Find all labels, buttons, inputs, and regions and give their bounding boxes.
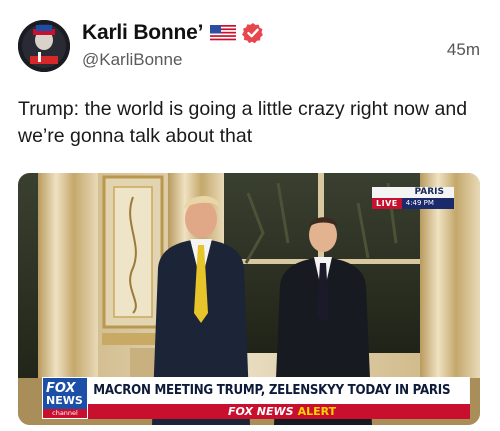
alert-bar: FOX NEWS ALERT	[88, 404, 470, 419]
live-tag: PARIS LIVE 4:49 PM	[372, 187, 454, 211]
alert-brand: FOX NEWS	[228, 405, 294, 418]
live-label: LIVE	[372, 198, 402, 209]
news-chyron: FOX NEWS channel MACRON MEETING TRUMP, Z…	[42, 377, 470, 419]
author-block: Karli Bonne’ @KarliBonne	[82, 20, 264, 70]
name-row: Karli Bonne’	[82, 20, 264, 46]
post-text: Trump: the world is going a little crazy…	[18, 98, 468, 147]
post-header: Karli Bonne’ @KarliBonne 45m	[18, 16, 482, 80]
post-timestamp[interactable]: 45m	[447, 40, 480, 60]
alert-label: ALERT	[297, 405, 337, 418]
live-time: 4:49 PM	[401, 198, 454, 209]
live-row: LIVE 4:49 PM	[372, 198, 454, 209]
logo-line-2: NEWS	[46, 394, 83, 407]
verified-badge-icon	[242, 22, 264, 44]
live-city: PARIS	[372, 187, 454, 198]
author-handle[interactable]: @KarliBonne	[82, 50, 264, 70]
video-media[interactable]: PARIS LIVE 4:49 PM FOX NEWS channel MACR…	[18, 173, 480, 425]
logo-line-3: channel	[43, 409, 87, 418]
us-flag-icon	[210, 24, 237, 42]
chyron-headline: MACRON MEETING TRUMP, ZELENSKYY TODAY IN…	[88, 377, 470, 404]
display-name[interactable]: Karli Bonne’	[82, 21, 203, 45]
avatar[interactable]	[18, 20, 70, 72]
fox-news-logo: FOX NEWS channel	[42, 377, 88, 419]
